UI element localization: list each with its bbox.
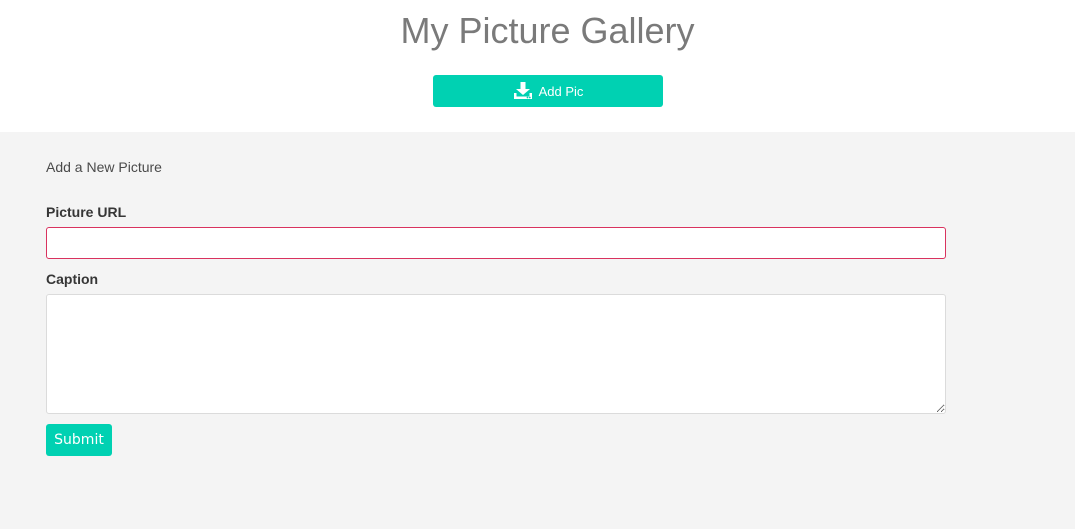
caption-label: Caption — [46, 271, 99, 287]
add-pic-button[interactable]: Add Pic — [433, 75, 663, 107]
caption-textarea[interactable] — [46, 294, 946, 414]
page-header: My Picture Gallery Add Pic — [0, 0, 1075, 132]
add-pic-label: Add Pic — [538, 83, 584, 99]
add-picture-form: Add a New Picture Picture URL Caption Su… — [0, 132, 1075, 529]
picture-url-input[interactable] — [46, 227, 946, 259]
page-title: My Picture Gallery — [400, 10, 695, 51]
download-icon — [513, 82, 533, 100]
picture-url-label: Picture URL — [46, 204, 127, 220]
submit-button[interactable]: Submit — [46, 424, 112, 456]
form-heading: Add a New Picture — [46, 159, 162, 175]
